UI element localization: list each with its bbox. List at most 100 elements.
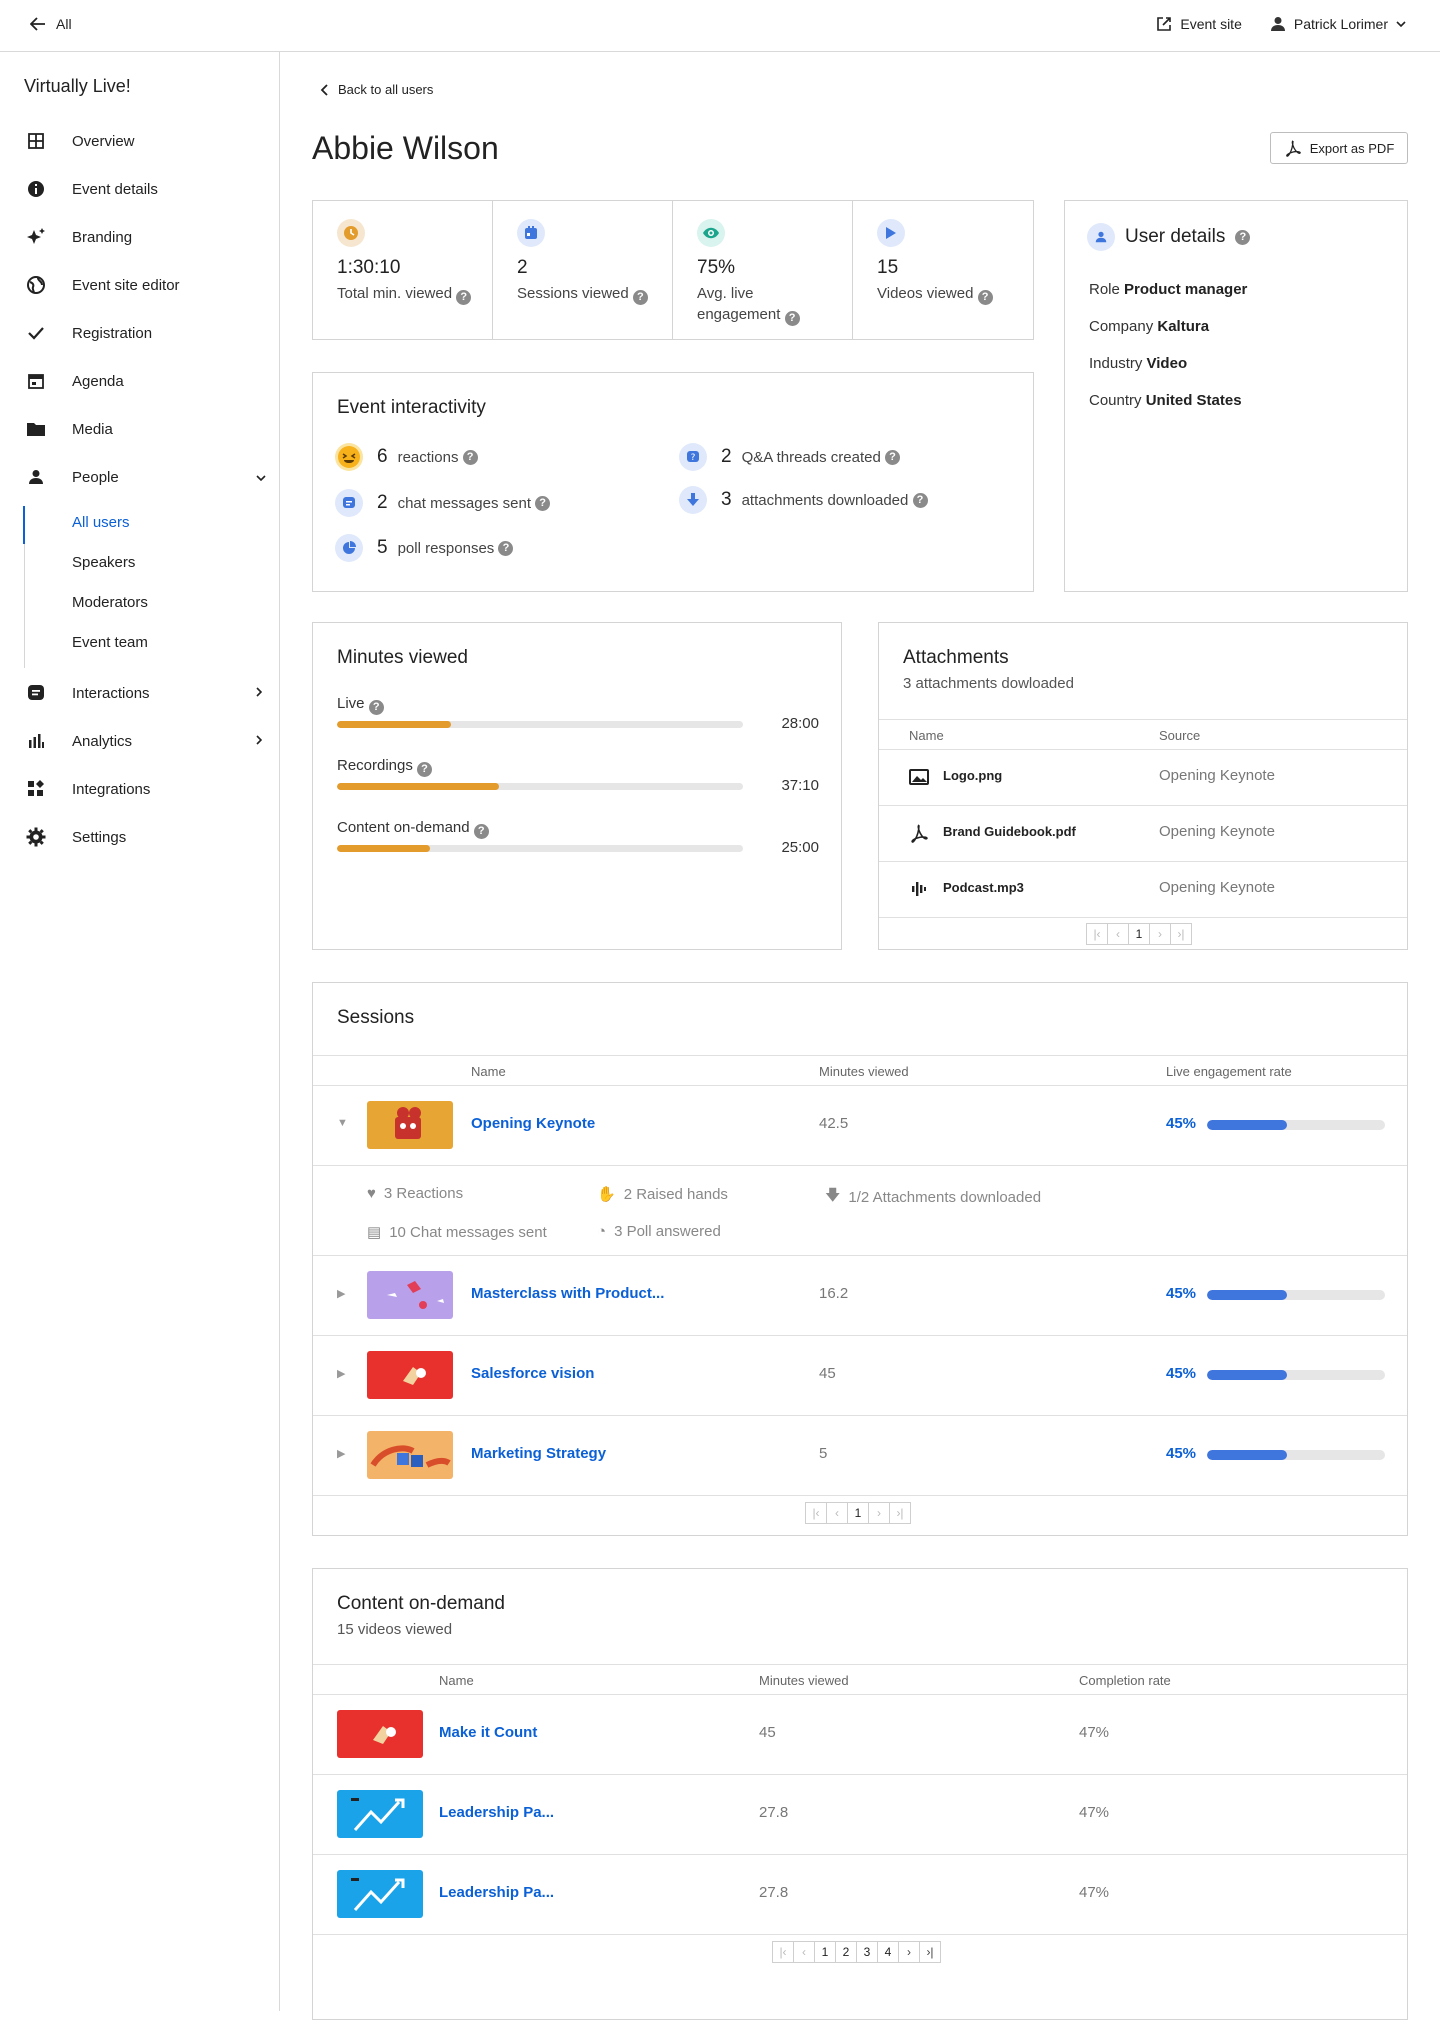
sidebar-subitem-moderators[interactable]: Moderators — [72, 594, 148, 611]
calendar-icon — [517, 219, 545, 247]
content-minutes: 27.8 — [759, 1884, 789, 1901]
event-site-link[interactable]: Event site — [1156, 16, 1242, 32]
detail-value: United States — [1145, 392, 1242, 409]
session-name[interactable]: Opening Keynote — [471, 1115, 595, 1132]
content-row[interactable]: Make it Count 45 47% — [313, 1694, 1409, 1774]
help-icon[interactable]: ? — [1235, 229, 1251, 245]
minutes-bar-content — [337, 845, 743, 852]
help-icon[interactable]: ? — [417, 762, 433, 777]
stat-value: 2 — [517, 257, 528, 278]
first-page-button[interactable]: |‹ — [772, 1941, 794, 1963]
next-page-button[interactable]: › — [868, 1502, 890, 1524]
help-icon[interactable]: ? — [977, 290, 993, 305]
session-minutes: 42.5 — [819, 1115, 849, 1132]
last-page-button[interactable]: ›| — [889, 1502, 911, 1524]
sidebar-item-event-site-editor[interactable]: Event site editor — [0, 270, 280, 300]
chat-icon — [26, 683, 46, 703]
content-name[interactable]: Leadership Pa... — [439, 1804, 554, 1821]
interactivity-attachments: 3 attachments downloaded ? — [679, 486, 928, 514]
sidebar-item-integrations[interactable]: Integrations — [0, 774, 280, 804]
content-name[interactable]: Make it Count — [439, 1724, 537, 1741]
stat-label-text: Total min. viewed — [337, 285, 453, 302]
session-row[interactable]: ▶ Salesforce vision 45 45% — [313, 1335, 1409, 1415]
collapse-triangle-icon[interactable]: ▼ — [337, 1117, 348, 1129]
next-page-button[interactable]: › — [1149, 923, 1171, 945]
first-page-button[interactable]: |‹ — [805, 1502, 827, 1524]
sidebar-item-settings[interactable]: Settings — [0, 822, 280, 852]
download-icon — [679, 486, 707, 514]
expand-triangle-icon[interactable]: ▶ — [337, 1287, 345, 1300]
sidebar-item-registration[interactable]: Registration — [0, 318, 280, 348]
prev-page-button[interactable]: ‹ — [826, 1502, 848, 1524]
sidebar-subitem-all-users[interactable]: All users — [72, 514, 130, 531]
sidebar-subitem-event-team[interactable]: Event team — [72, 634, 148, 651]
content-row[interactable]: Leadership Pa... 27.8 47% — [313, 1854, 1409, 1934]
prev-page-button[interactable]: ‹ — [1107, 923, 1129, 945]
help-icon[interactable]: ? — [456, 290, 472, 305]
sidebar-item-label: Registration — [72, 324, 153, 342]
count: 3 — [721, 489, 732, 510]
divider — [313, 1165, 1407, 1166]
help-icon[interactable]: ? — [885, 449, 900, 465]
help-icon[interactable]: ? — [912, 492, 928, 508]
help-icon[interactable]: ? — [632, 290, 648, 305]
help-icon[interactable]: ? — [368, 700, 384, 715]
session-name[interactable]: Salesforce vision — [471, 1365, 594, 1382]
chat-icon: ▤ — [367, 1224, 382, 1241]
back-to-users-link[interactable]: Back to all users — [320, 82, 433, 97]
page-1-button[interactable]: 1 — [1128, 923, 1150, 945]
page-1-button[interactable]: 1 — [814, 1941, 836, 1963]
sidebar-subitem-speakers[interactable]: Speakers — [72, 554, 135, 571]
next-page-button[interactable]: › — [898, 1941, 920, 1963]
content-minutes: 45 — [759, 1724, 776, 1741]
expand-triangle-icon[interactable]: ▶ — [337, 1447, 345, 1460]
sidebar-item-analytics[interactable]: Analytics — [0, 726, 280, 756]
chevron-right-icon — [256, 734, 263, 748]
export-pdf-button[interactable]: Export as PDF — [1270, 132, 1408, 164]
attachment-row[interactable]: Logo.png Opening Keynote — [879, 749, 1407, 805]
folder-icon — [26, 419, 46, 439]
user-details-card: User details ? Role Product manager Comp… — [1064, 200, 1408, 592]
page-2-button[interactable]: 2 — [835, 1941, 857, 1963]
page-3-button[interactable]: 3 — [856, 1941, 878, 1963]
content-completion: 47% — [1079, 1884, 1110, 1901]
sparkle-icon — [26, 227, 46, 247]
user-menu[interactable]: Patrick Lorimer — [1270, 16, 1406, 32]
stat-value: 75% — [697, 257, 736, 278]
last-page-button[interactable]: ›| — [1170, 923, 1192, 945]
session-row[interactable]: ▶ Marketing Strategy 5 45% — [313, 1415, 1409, 1495]
last-page-button[interactable]: ›| — [919, 1941, 941, 1963]
sidebar-item-people[interactable]: People — [0, 462, 280, 492]
first-page-button[interactable]: |‹ — [1086, 923, 1108, 945]
label: attachments downloaded — [741, 491, 909, 509]
attachment-row[interactable]: Podcast.mp3 Opening Keynote — [879, 861, 1407, 917]
session-name[interactable]: Masterclass with Product... — [471, 1285, 664, 1302]
sidebar-item-branding[interactable]: Branding — [0, 222, 280, 252]
back-all-link[interactable]: All — [30, 16, 72, 32]
sidebar-item-overview[interactable]: Overview — [0, 126, 280, 156]
sidebar-item-interactions[interactable]: Interactions — [0, 678, 280, 708]
sidebar-item-event-details[interactable]: Event details — [0, 174, 280, 204]
help-icon[interactable]: ? — [473, 824, 489, 839]
content-name[interactable]: Leadership Pa... — [439, 1884, 554, 1901]
help-icon[interactable]: ? — [784, 311, 800, 326]
pdf-icon — [1285, 140, 1301, 157]
help-icon[interactable]: ? — [462, 449, 478, 465]
sidebar-item-agenda[interactable]: Agenda — [0, 366, 280, 396]
prev-page-button[interactable]: ‹ — [793, 1941, 815, 1963]
content-row[interactable]: Leadership Pa... 27.8 47% — [313, 1774, 1409, 1854]
expand-triangle-icon[interactable]: ▶ — [337, 1367, 345, 1380]
session-row[interactable]: ▶ Masterclass with Product... 16.2 45% — [313, 1255, 1409, 1335]
sidebar-item-label: Overview — [72, 132, 135, 150]
content-thumbnail — [337, 1710, 423, 1758]
page-1-button[interactable]: 1 — [847, 1502, 869, 1524]
help-icon[interactable]: ? — [498, 540, 514, 556]
help-icon[interactable]: ? — [535, 495, 551, 511]
attachment-row[interactable]: Brand Guidebook.pdf Opening Keynote — [879, 805, 1407, 861]
stat-value: 15 — [877, 257, 899, 278]
content-minutes: 27.8 — [759, 1804, 789, 1821]
session-row[interactable]: ▼ Opening Keynote 42.5 45% — [313, 1085, 1409, 1165]
sidebar-item-media[interactable]: Media — [0, 414, 280, 444]
page-4-button[interactable]: 4 — [877, 1941, 899, 1963]
session-name[interactable]: Marketing Strategy — [471, 1445, 606, 1462]
